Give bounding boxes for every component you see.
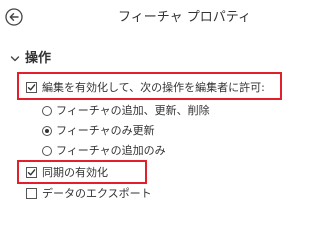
radio-label: フィーチャの追加のみ (56, 143, 166, 157)
radio-option-update-only[interactable]: フィーチャのみ更新 (42, 123, 155, 138)
enable-sync-label: 同期の有効化 (42, 165, 108, 179)
enable-editing-checkbox[interactable] (26, 82, 37, 93)
checkmark-icon (27, 169, 36, 176)
radio-add-only[interactable] (42, 145, 52, 156)
chevron-down-icon (10, 54, 20, 64)
back-arrow-icon (5, 8, 23, 26)
enable-editing-option[interactable]: 編集を有効化して、次の操作を編集者に許可: (26, 80, 265, 95)
back-button[interactable] (5, 8, 23, 26)
radio-option-add-only[interactable]: フィーチャの追加のみ (42, 143, 166, 158)
radio-update-only[interactable] (42, 125, 52, 136)
export-data-label: データのエクスポート (42, 186, 152, 200)
radio-label: フィーチャの追加、更新、削除 (56, 103, 210, 117)
section-header-operations[interactable]: 操作 (10, 51, 51, 67)
radio-option-add-update-delete[interactable]: フィーチャの追加、更新、削除 (42, 103, 210, 118)
page-title: フィーチャ プロパティ (118, 10, 251, 25)
checkmark-icon (27, 84, 36, 91)
radio-label: フィーチャのみ更新 (56, 123, 155, 137)
section-title: 操作 (25, 51, 52, 66)
enable-sync-checkbox[interactable] (26, 167, 37, 178)
enable-sync-option[interactable]: 同期の有効化 (26, 165, 108, 180)
export-data-checkbox[interactable] (26, 188, 37, 199)
export-data-option[interactable]: データのエクスポート (26, 186, 152, 201)
enable-editing-label: 編集を有効化して、次の操作を編集者に許可: (42, 80, 265, 94)
radio-add-update-delete[interactable] (42, 105, 52, 116)
